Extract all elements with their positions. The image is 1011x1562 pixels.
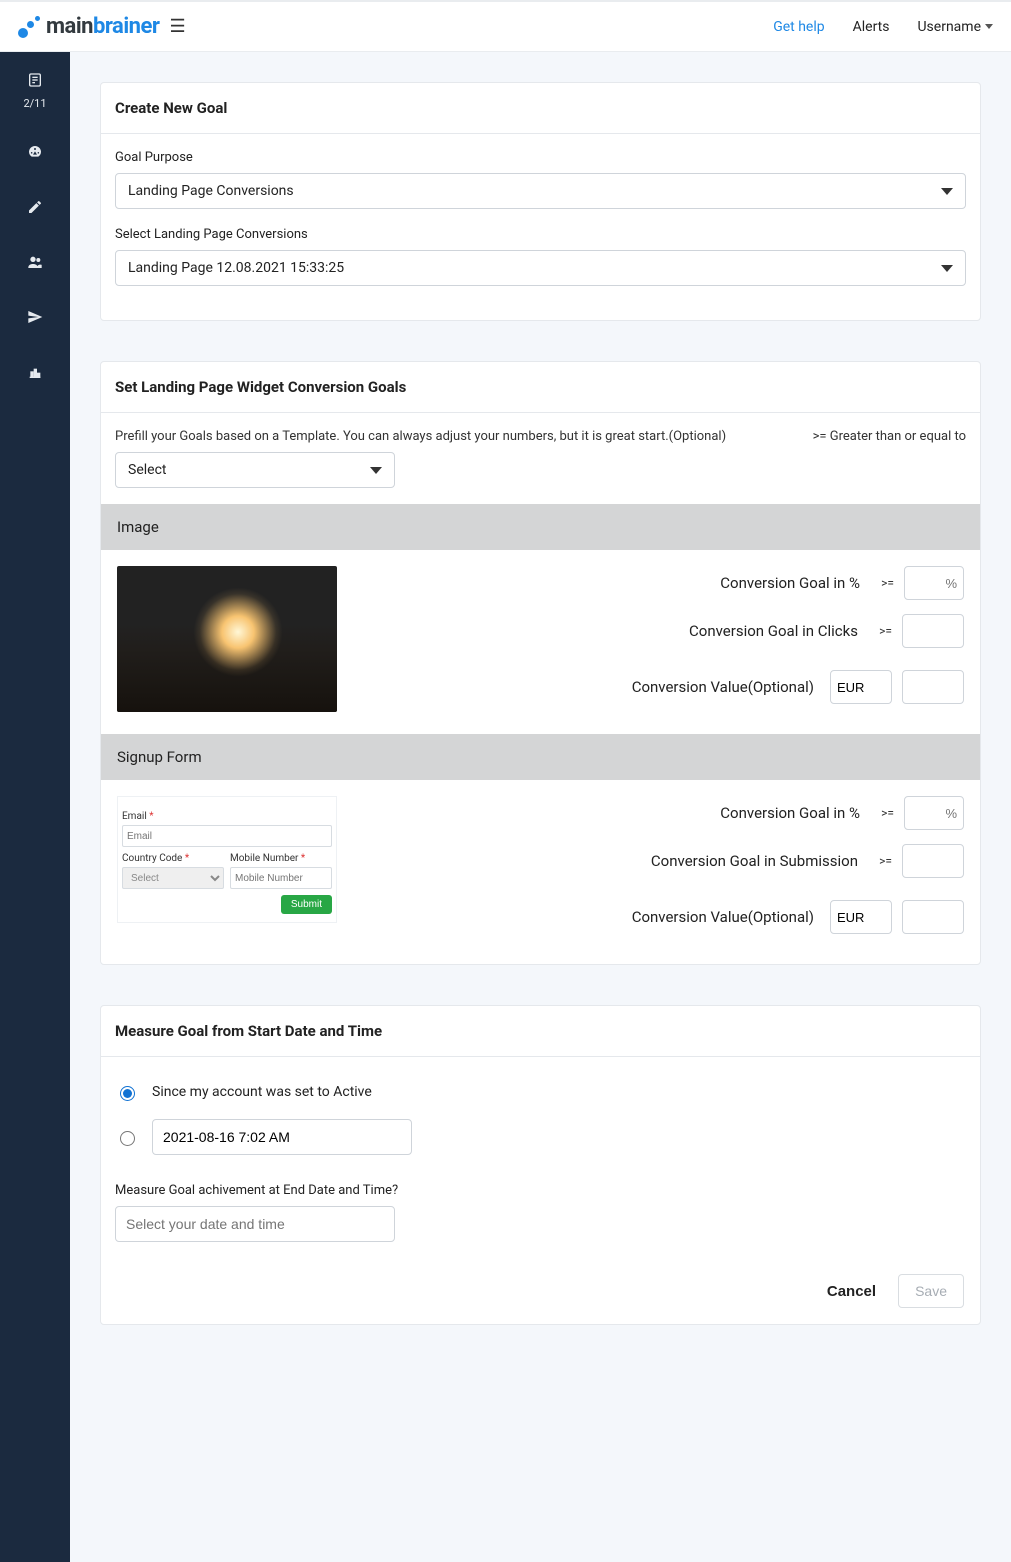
- users-icon: [26, 254, 44, 270]
- signup-value-input[interactable]: [902, 900, 964, 934]
- ge-symbol: >=: [876, 576, 894, 590]
- required-star: *: [149, 811, 153, 822]
- sidebar-item-steps[interactable]: 2/11: [23, 72, 46, 110]
- start-date-input[interactable]: [152, 1119, 412, 1155]
- signup-pct-input[interactable]: [904, 796, 964, 830]
- signup-sub-input[interactable]: [902, 844, 964, 878]
- steps-counter: 2/11: [23, 97, 46, 110]
- select-lp-label: Select Landing Page Conversions: [115, 227, 966, 242]
- chevron-down-icon: [941, 265, 953, 272]
- sidebar-item-edit[interactable]: [26, 199, 44, 220]
- logo-icon: [18, 16, 40, 38]
- paper-plane-icon: [26, 309, 44, 325]
- template-select[interactable]: Select: [115, 452, 395, 488]
- signup-pct-label: Conversion Goal in %: [357, 804, 866, 822]
- image-pct-input[interactable]: [904, 566, 964, 600]
- sidebar-item-dashboard[interactable]: [26, 144, 44, 165]
- ge-symbol: >=: [874, 854, 892, 868]
- save-button[interactable]: Save: [898, 1274, 964, 1308]
- gauge-icon: [26, 144, 44, 160]
- signup-mobile-label: Mobile Number: [230, 853, 298, 864]
- card-title: Set Landing Page Widget Conversion Goals: [101, 362, 980, 413]
- sidebar-item-reports[interactable]: [26, 364, 44, 385]
- image-value-label: Conversion Value(Optional): [357, 678, 820, 696]
- cancel-button[interactable]: Cancel: [821, 1282, 882, 1301]
- get-help-link[interactable]: Get help: [773, 19, 824, 35]
- image-widget-thumbnail: [117, 566, 337, 712]
- pencil-icon: [26, 199, 44, 215]
- widget-image: Conversion Goal in % >= Conversion Goal …: [101, 550, 980, 734]
- end-date-input[interactable]: [115, 1206, 395, 1242]
- widget-signup: Email * Country Code * Select Mobile Num…: [101, 780, 980, 964]
- widget-header-image: Image: [101, 504, 980, 550]
- landing-page-value: Landing Page 12.08.2021 15:33:25: [128, 260, 344, 276]
- sidebar-item-users[interactable]: [26, 254, 44, 275]
- card-title: Measure Goal from Start Date and Time: [101, 1006, 980, 1057]
- image-clicks-input[interactable]: [902, 614, 964, 648]
- goal-purpose-select[interactable]: Landing Page Conversions: [115, 173, 966, 209]
- chevron-down-icon: [985, 24, 993, 29]
- menu-toggle-icon[interactable]: ☰: [169, 16, 185, 37]
- radio-custom-date[interactable]: [120, 1131, 135, 1146]
- widget-header-signup: Signup Form: [101, 734, 980, 780]
- logo: mainbrainer: [18, 14, 159, 39]
- card-measure-goal: Measure Goal from Start Date and Time Si…: [100, 1005, 981, 1325]
- image-clicks-label: Conversion Goal in Clicks: [357, 622, 864, 640]
- image-currency-input[interactable]: [830, 670, 892, 704]
- topbar: mainbrainer ☰ Get help Alerts Username: [0, 0, 1011, 52]
- card-title: Create New Goal: [101, 83, 980, 134]
- sidebar-item-send[interactable]: [26, 309, 44, 330]
- signup-cc-select: Select: [122, 867, 224, 889]
- ge-symbol: >=: [876, 806, 894, 820]
- signup-sub-label: Conversion Goal in Submission: [357, 852, 864, 870]
- bar-chart-icon: [26, 364, 44, 380]
- required-star: *: [301, 853, 305, 864]
- required-star: *: [185, 853, 189, 864]
- image-value-input[interactable]: [902, 670, 964, 704]
- signup-cc-label: Country Code: [122, 853, 182, 864]
- sidebar: 2/11: [0, 52, 70, 1562]
- prefill-text: Prefill your Goals based on a Template. …: [115, 429, 726, 444]
- goal-purpose-label: Goal Purpose: [115, 150, 966, 165]
- card-widget-goals: Set Landing Page Widget Conversion Goals…: [100, 361, 981, 965]
- ge-symbol: >=: [874, 624, 892, 638]
- signup-currency-input[interactable]: [830, 900, 892, 934]
- alerts-link[interactable]: Alerts: [853, 19, 890, 35]
- signup-mobile-input: [230, 867, 332, 889]
- signup-submit-button: Submit: [281, 895, 332, 914]
- image-pct-label: Conversion Goal in %: [357, 574, 866, 592]
- checklist-icon: [26, 72, 44, 88]
- signup-value-label: Conversion Value(Optional): [357, 908, 820, 926]
- username-label: Username: [917, 19, 981, 35]
- logo-text-2: brainer: [93, 14, 159, 39]
- username-menu[interactable]: Username: [917, 19, 993, 35]
- radio-since-active[interactable]: [120, 1086, 135, 1101]
- chevron-down-icon: [941, 188, 953, 195]
- signup-email-label: Email: [122, 811, 147, 822]
- radio-since-active-label: Since my account was set to Active: [152, 1084, 372, 1100]
- signup-form-thumbnail: Email * Country Code * Select Mobile Num…: [117, 796, 337, 923]
- landing-page-select[interactable]: Landing Page 12.08.2021 15:33:25: [115, 250, 966, 286]
- main-content: Create New Goal Goal Purpose Landing Pag…: [70, 52, 1011, 1562]
- card-create-goal: Create New Goal Goal Purpose Landing Pag…: [100, 82, 981, 321]
- logo-text-1: main: [46, 14, 93, 39]
- ge-hint: >= Greater than or equal to: [813, 429, 966, 444]
- end-date-label: Measure Goal achivement at End Date and …: [115, 1183, 966, 1198]
- chevron-down-icon: [370, 467, 382, 474]
- goal-purpose-value: Landing Page Conversions: [128, 183, 294, 199]
- signup-email-input: [122, 825, 332, 847]
- template-select-value: Select: [128, 462, 166, 478]
